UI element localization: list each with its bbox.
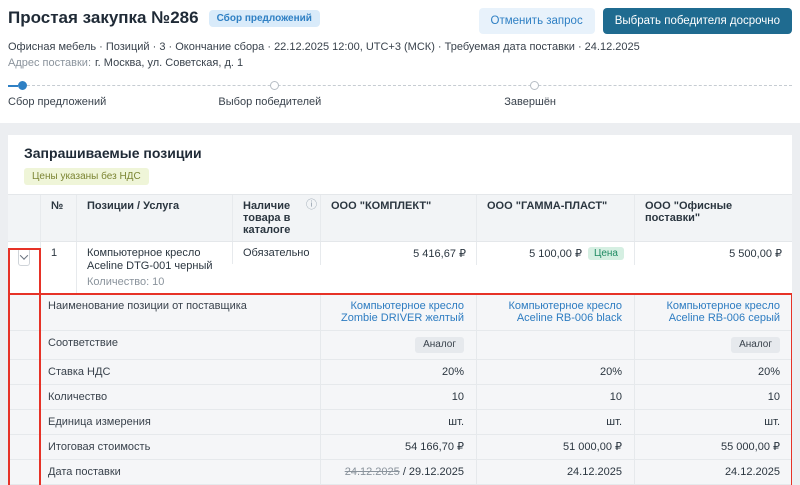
delivery-date-cell: 24.12.2025 xyxy=(634,460,792,484)
availability-value: Обязательно xyxy=(232,242,320,264)
detail-label: Ставка НДС xyxy=(8,360,320,384)
vat-cell: 20% xyxy=(476,360,634,384)
vat-cell: 20% xyxy=(634,360,792,384)
quantity-cell: 10 xyxy=(320,385,476,409)
offer-price-gammaplast: 5 100,00 ₽ Цена xyxy=(476,242,634,265)
analog-badge: Аналог xyxy=(415,337,464,353)
analog-badge: Аналог xyxy=(731,337,780,353)
section-title: Запрашиваемые позиции xyxy=(24,145,776,161)
conformity-cell: Аналог xyxy=(320,331,476,359)
old-date: 24.12.2025 xyxy=(345,466,400,478)
vat-note-badge: Цены указаны без НДС xyxy=(24,168,149,185)
header-num: № xyxy=(40,195,76,241)
unit-cell: шт. xyxy=(320,410,476,434)
detail-row-total: Итоговая стоимость 54 166,70 ₽ 51 000,00… xyxy=(8,434,792,459)
best-price-badge: Цена xyxy=(588,247,624,260)
detail-row-vat: Ставка НДС 20% 20% 20% xyxy=(8,359,792,384)
price-value: 5 500,00 ₽ xyxy=(729,247,782,260)
delivery-date-cell: 24.12.2025 xyxy=(476,460,634,484)
total-cell: 55 000,00 ₽ xyxy=(634,435,792,459)
purchase-meta: Офисная мебель · Позиций · 3 · Окончание… xyxy=(8,41,792,53)
detail-row-delivery-date: Дата поставки 24.12.2025 / 29.12.2025 24… xyxy=(8,459,792,484)
quantity-cell: 10 xyxy=(476,385,634,409)
table-header-row: № Позиции / Услуга Наличие товара в ката… xyxy=(8,195,792,242)
offer-price-office: 5 500,00 ₽ xyxy=(634,242,792,265)
chevron-down-icon xyxy=(20,251,28,259)
detail-row-conformity: Соответствие Аналог Аналог xyxy=(8,330,792,359)
detail-row-supplier-item: Наименование позиции от поставщика Компь… xyxy=(8,294,792,330)
total-cell: 54 166,70 ₽ xyxy=(320,435,476,459)
unit-cell: шт. xyxy=(476,410,634,434)
vat-cell: 20% xyxy=(320,360,476,384)
conformity-cell xyxy=(476,331,634,359)
stepper-progress-line xyxy=(8,85,18,87)
position-name: Компьютерное кресло Aceline DTG-001 черн… xyxy=(87,247,222,273)
detail-label: Единица измерения xyxy=(8,410,320,434)
header-availability: Наличие товара в каталоге ⓘ xyxy=(232,195,320,241)
supplier-item-cell: Компьютерное кресло Zombie DRIVER желтый xyxy=(320,294,476,330)
header-supplier-gammaplast: ООО "ГАММА-ПЛАСТ" xyxy=(476,195,634,241)
header-availability-label: Наличие товара в каталоге xyxy=(243,200,290,236)
positions-card: Запрашиваемые позиции Цены указаны без Н… xyxy=(8,135,792,485)
table-row-1: 1 Компьютерное кресло Aceline DTG-001 че… xyxy=(8,242,792,294)
supplier-item-link[interactable]: Компьютерное кресло Zombie DRIVER желтый xyxy=(341,300,464,324)
detail-label: Соответствие xyxy=(8,331,320,359)
step-dot-active xyxy=(18,81,27,90)
supplier-item-cell: Компьютерное кресло Aceline RB-006 black xyxy=(476,294,634,330)
total-cell: 51 000,00 ₽ xyxy=(476,435,634,459)
positions-table: № Позиции / Услуга Наличие товара в ката… xyxy=(8,194,792,485)
supplier-item-cell: Компьютерное кресло Aceline RB-006 серый xyxy=(634,294,792,330)
delivery-date-cell: 24.12.2025 / 29.12.2025 xyxy=(320,460,476,484)
header-position: Позиции / Услуга xyxy=(76,195,232,241)
stepper-track xyxy=(22,85,792,86)
page-header: Простая закупка №286 Сбор предложений От… xyxy=(0,0,800,123)
detail-label: Количество xyxy=(8,385,320,409)
conformity-cell: Аналог xyxy=(634,331,792,359)
choose-winner-button[interactable]: Выбрать победителя досрочно xyxy=(603,8,792,34)
step-label-collection: Сбор предложений xyxy=(8,96,106,108)
quantity-cell: 10 xyxy=(634,385,792,409)
header-supplier-office: ООО "Офисные поставки" xyxy=(634,195,792,241)
progress-stepper: Сбор предложений Выбор победителей Завер… xyxy=(8,81,792,113)
step-label-finished: Завершён xyxy=(504,96,556,108)
detail-label: Наименование позиции от поставщика xyxy=(8,294,320,330)
supplier-item-link[interactable]: Компьютерное кресло Aceline RB-006 black xyxy=(508,300,622,324)
step-dot xyxy=(270,81,279,90)
address-label: Адрес поставки: xyxy=(8,57,91,69)
info-icon[interactable]: ⓘ xyxy=(306,199,317,211)
unit-cell: шт. xyxy=(634,410,792,434)
price-value: 5 100,00 ₽ xyxy=(529,247,582,260)
detail-row-unit: Единица измерения шт. шт. шт. xyxy=(8,409,792,434)
header-expand-cell xyxy=(8,195,40,241)
details-section: Наименование позиции от поставщика Компь… xyxy=(8,294,792,485)
page-title: Простая закупка №286 xyxy=(8,8,199,28)
collapse-row-button[interactable] xyxy=(18,248,30,266)
header-supplier-komplekt: ООО "КОМПЛЕКТ" xyxy=(320,195,476,241)
step-dot xyxy=(530,81,539,90)
delivery-address: Адрес поставки: г. Москва, ул. Советская,… xyxy=(8,57,792,69)
new-date: / 29.12.2025 xyxy=(400,466,464,478)
position-qty: Количество: 10 xyxy=(87,276,222,288)
status-badge: Сбор предложений xyxy=(209,10,320,27)
cancel-request-button[interactable]: Отменить запрос xyxy=(479,8,595,34)
price-value: 5 416,67 ₽ xyxy=(413,247,466,260)
offer-price-komplekt: 5 416,67 ₽ xyxy=(320,242,476,265)
address-value: г. Москва, ул. Советская, д. 1 xyxy=(95,57,243,69)
detail-label: Дата поставки xyxy=(8,460,320,484)
detail-label: Итоговая стоимость xyxy=(8,435,320,459)
row-number: 1 xyxy=(40,242,76,264)
supplier-item-link[interactable]: Компьютерное кресло Aceline RB-006 серый xyxy=(666,300,780,324)
detail-row-quantity: Количество 10 10 10 xyxy=(8,384,792,409)
step-label-winners: Выбор победителей xyxy=(218,96,321,108)
